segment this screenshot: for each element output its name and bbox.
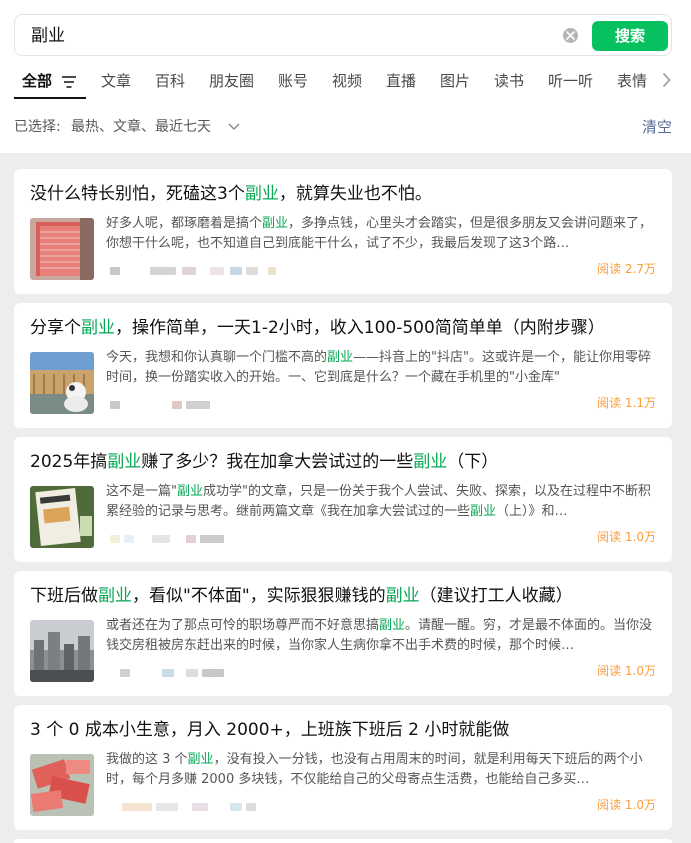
result-snippet: 今天，我想和你认真聊一个门槛不高的副业——抖音上的"抖店"。这或许是一个，能让你… xyxy=(106,348,656,388)
keyword-highlight: 副业 xyxy=(379,618,406,633)
active-tab-indicator xyxy=(14,97,86,99)
selected-filters-label: 已选择: xyxy=(14,119,61,135)
keyword-highlight: 副业 xyxy=(107,452,142,472)
text-segment: 2025年搞 xyxy=(30,452,108,472)
tab-moments[interactable]: 朋友圈 xyxy=(209,71,254,91)
result-title[interactable]: 分享个副业，操作简单，一天1-2小时，收入100-500简简单单（内附步骤） xyxy=(30,316,605,340)
next-card-edge xyxy=(14,839,672,843)
text-segment: 或者还在为了那点可怜的职场尊严而不好意思搞 xyxy=(106,618,380,633)
tab-listen[interactable]: 听一听 xyxy=(548,71,593,91)
tab-videos[interactable]: 视频 xyxy=(332,71,362,91)
keyword-highlight: 副业 xyxy=(81,318,115,338)
text-segment: 赚了多少？我在加拿大尝试过的一些 xyxy=(141,452,414,472)
keyword-highlight: 副业 xyxy=(413,452,448,472)
text-segment: （下） xyxy=(447,452,499,472)
tab-articles[interactable]: 文章 xyxy=(101,71,131,91)
result-thumbnail xyxy=(30,620,94,682)
tab-live[interactable]: 直播 xyxy=(386,71,416,91)
clear-search-icon[interactable] xyxy=(563,28,578,43)
result-snippet: 或者还在为了那点可怜的职场尊严而不好意思搞副业。请醒一醒。穷，才是最不体面的。当… xyxy=(106,616,656,656)
read-count: 阅读 1.0万 xyxy=(597,664,656,678)
text-segment: 我做的这 3 个 xyxy=(106,752,188,767)
search-button[interactable]: 搜索 xyxy=(592,21,668,51)
tab-accounts[interactable]: 账号 xyxy=(278,71,308,91)
chevron-right-icon[interactable] xyxy=(662,72,671,88)
result-snippet: 这不是一篇"副业成功学"的文章，只是一份关于我个人尝试、失败、探索，以及在过程中… xyxy=(106,482,656,522)
clear-filters-link[interactable]: 清空 xyxy=(642,117,672,137)
filter-icon[interactable] xyxy=(62,76,76,88)
search-header: 副业 搜索 全部 文章 百科 朋友圈 账号 视频 直播 图片 读书 听一听 表情… xyxy=(0,0,691,153)
selected-filters: 已选择: 最热、文章、最近七天 清空 xyxy=(0,106,691,146)
result-title[interactable]: 没什么特长别怕，死磕这3个副业，就算失业也不怕。 xyxy=(30,182,432,206)
text-segment: ，操作简单，一天1-2小时，收入100-500简简单单（内附步骤） xyxy=(115,318,605,338)
category-tabs: 全部 文章 百科 朋友圈 账号 视频 直播 图片 读书 听一听 表情 xyxy=(0,62,691,100)
result-title[interactable]: 2025年搞副业赚了多少？我在加拿大尝试过的一些副业（下） xyxy=(30,450,498,474)
tab-encyclopedia[interactable]: 百科 xyxy=(155,71,185,91)
keyword-highlight: 副业 xyxy=(262,216,289,231)
tab-stickers[interactable]: 表情 xyxy=(617,71,647,91)
text-segment: ，看似"不体面"，实际狠狠赚钱的 xyxy=(132,586,386,606)
result-title[interactable]: 下班后做副业，看似"不体面"，实际狠狠赚钱的副业（建议打工人收藏） xyxy=(30,584,573,608)
tab-all[interactable]: 全部 xyxy=(22,71,52,91)
text-segment: 今天，我想和你认真聊一个门槛不高的 xyxy=(106,350,328,365)
text-segment: 这不是一篇" xyxy=(106,484,177,499)
result-source-blurred xyxy=(106,533,406,545)
text-segment: （建议打工人收藏） xyxy=(419,586,573,606)
read-count: 阅读 1.0万 xyxy=(597,530,656,544)
result-source-blurred xyxy=(106,667,406,679)
read-count: 阅读 1.1万 xyxy=(597,396,656,410)
keyword-highlight: 副业 xyxy=(98,586,132,606)
result-source-blurred xyxy=(106,801,406,813)
result-title[interactable]: 3 个 0 成本小生意，月入 2000+，上班族下班后 2 小时就能做 xyxy=(30,718,509,742)
result-card[interactable]: 2025年搞副业赚了多少？我在加拿大尝试过的一些副业（下） 这不是一篇"副业成功… xyxy=(14,437,672,562)
result-snippet: 好多人呢，都琢磨着是搞个副业，多挣点钱，心里头才会踏实，但是很多朋友又会讲问题来… xyxy=(106,214,656,254)
result-card[interactable]: 3 个 0 成本小生意，月入 2000+，上班族下班后 2 小时就能做 我做的这… xyxy=(14,705,672,830)
read-count: 阅读 2.7万 xyxy=(597,262,656,276)
result-snippet: 我做的这 3 个副业，没有投入一分钱，也没有占用周末的时间，就是利用每天下班后的… xyxy=(106,750,656,790)
text-segment: 没什么特长别怕，死磕这3个 xyxy=(30,184,245,204)
keyword-highlight: 副业 xyxy=(176,484,203,499)
keyword-highlight: 副业 xyxy=(327,350,354,365)
result-source-blurred xyxy=(106,399,406,411)
result-card[interactable]: 没什么特长别怕，死磕这3个副业，就算失业也不怕。 好多人呢，都琢磨着是搞个副业，… xyxy=(14,169,672,294)
result-source-blurred xyxy=(106,265,406,277)
result-thumbnail xyxy=(30,486,94,548)
selected-filters-value[interactable]: 最热、文章、最近七天 xyxy=(71,118,211,136)
text-segment: （上）》和… xyxy=(496,504,568,519)
chevron-down-icon[interactable] xyxy=(228,123,240,130)
text-segment: 分享个 xyxy=(30,318,81,338)
keyword-highlight: 副业 xyxy=(187,752,214,767)
keyword-highlight: 副业 xyxy=(385,586,420,606)
result-thumbnail xyxy=(30,218,94,280)
keyword-highlight: 副业 xyxy=(244,184,279,204)
search-query[interactable]: 副业 xyxy=(31,25,65,47)
keyword-highlight: 副业 xyxy=(470,504,497,519)
tab-books[interactable]: 读书 xyxy=(494,71,524,91)
read-count: 阅读 1.0万 xyxy=(597,798,656,812)
text-segment: 下班后做 xyxy=(30,586,98,606)
result-card[interactable]: 分享个副业，操作简单，一天1-2小时，收入100-500简简单单（内附步骤） 今… xyxy=(14,303,672,428)
result-thumbnail xyxy=(30,352,94,414)
text-segment: ，就算失业也不怕。 xyxy=(278,184,432,204)
search-input[interactable]: 副业 搜索 xyxy=(14,14,672,56)
result-card[interactable]: 下班后做副业，看似"不体面"，实际狠狠赚钱的副业（建议打工人收藏） 或者还在为了… xyxy=(14,571,672,696)
tab-images[interactable]: 图片 xyxy=(440,71,470,91)
text-segment: 好多人呢，都琢磨着是搞个 xyxy=(106,216,263,231)
result-thumbnail xyxy=(30,754,94,816)
text-segment: 3 个 0 成本小生意，月入 2000+，上班族下班后 2 小时就能做 xyxy=(30,720,510,740)
